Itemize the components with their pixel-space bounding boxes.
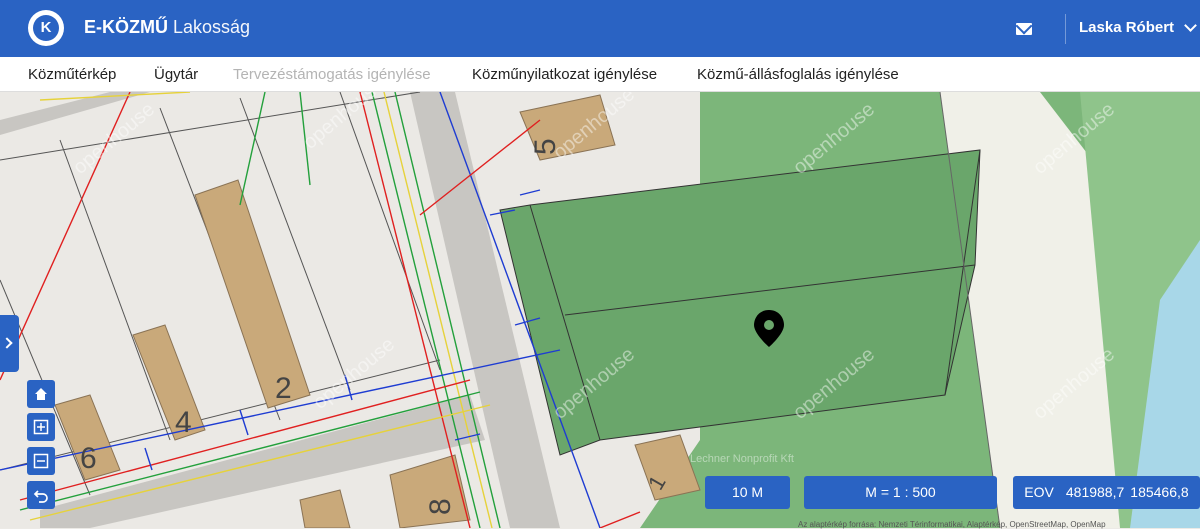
map-drawing: 5 2 4 6 8 1 openhouse openhouse openhous…	[0, 92, 1200, 528]
eov-coordinates: EOV 481988,7 185466,8	[1013, 476, 1200, 509]
chevron-down-icon[interactable]	[1184, 19, 1197, 32]
divider	[1065, 14, 1066, 44]
brand-bold: E-KÖZMŰ	[84, 17, 168, 37]
map-canvas[interactable]: 5 2 4 6 8 1 openhouse openhouse openhous…	[0, 92, 1200, 528]
house-number: 6	[80, 442, 97, 475]
home-icon	[35, 388, 47, 400]
plus-box-icon	[33, 419, 49, 435]
brand-light: Lakosság	[173, 17, 251, 37]
eov-y: 185466,8	[1130, 484, 1189, 500]
house-number: 2	[275, 372, 292, 405]
home-button[interactable]	[27, 380, 55, 408]
zoom-out-button[interactable]	[27, 447, 55, 475]
scale-bar: 10 M	[705, 476, 790, 509]
zoom-in-button[interactable]	[27, 413, 55, 441]
undo-button[interactable]	[27, 481, 55, 509]
app-title: E-KÖZMŰ Lakosság	[84, 17, 250, 38]
eov-x: 481988,7	[1065, 484, 1125, 500]
logo-icon[interactable]: K	[28, 10, 64, 46]
envelope-icon[interactable]	[1016, 23, 1032, 35]
nav-ugytar[interactable]: Ügytár	[154, 66, 198, 83]
nav-tervezestamogatas: Tervezéstámogatás igénylése	[233, 66, 431, 83]
undo-icon	[33, 490, 48, 503]
eov-label: EOV	[1024, 484, 1054, 500]
main-nav: Közműtérkép Ügytár Tervezéstámogatás igé…	[0, 57, 1200, 92]
side-panel-toggle[interactable]	[0, 315, 19, 372]
house-number: 4	[175, 406, 192, 439]
nav-kozmunyilatkozat[interactable]: Közműnyilatkozat igénylése	[472, 66, 657, 83]
user-name[interactable]: Laska Róbert	[1079, 19, 1174, 36]
minus-box-icon	[33, 453, 49, 469]
nav-kozmuterkep[interactable]: Közműtérkép	[28, 66, 116, 83]
watermark-footer: Lechner Nonprofit Kft	[690, 453, 794, 465]
house-number: 8	[424, 498, 457, 515]
top-bar: K E-KÖZMŰ Lakosság Laska Róbert	[0, 0, 1200, 57]
scale-ratio[interactable]: M = 1 : 500	[804, 476, 997, 509]
nav-kozmu-allasfoglalas[interactable]: Közmű-állásfoglalás igénylése	[697, 66, 899, 83]
